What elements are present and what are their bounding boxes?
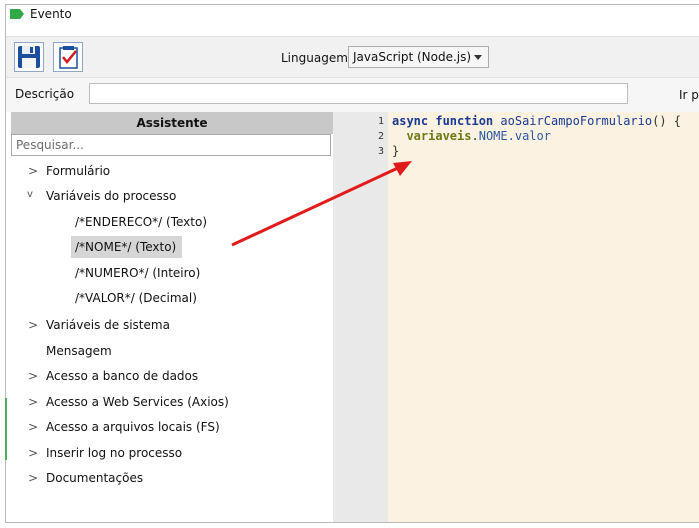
annotation-arrow — [231, 161, 412, 247]
arrow-shaft — [231, 165, 401, 247]
